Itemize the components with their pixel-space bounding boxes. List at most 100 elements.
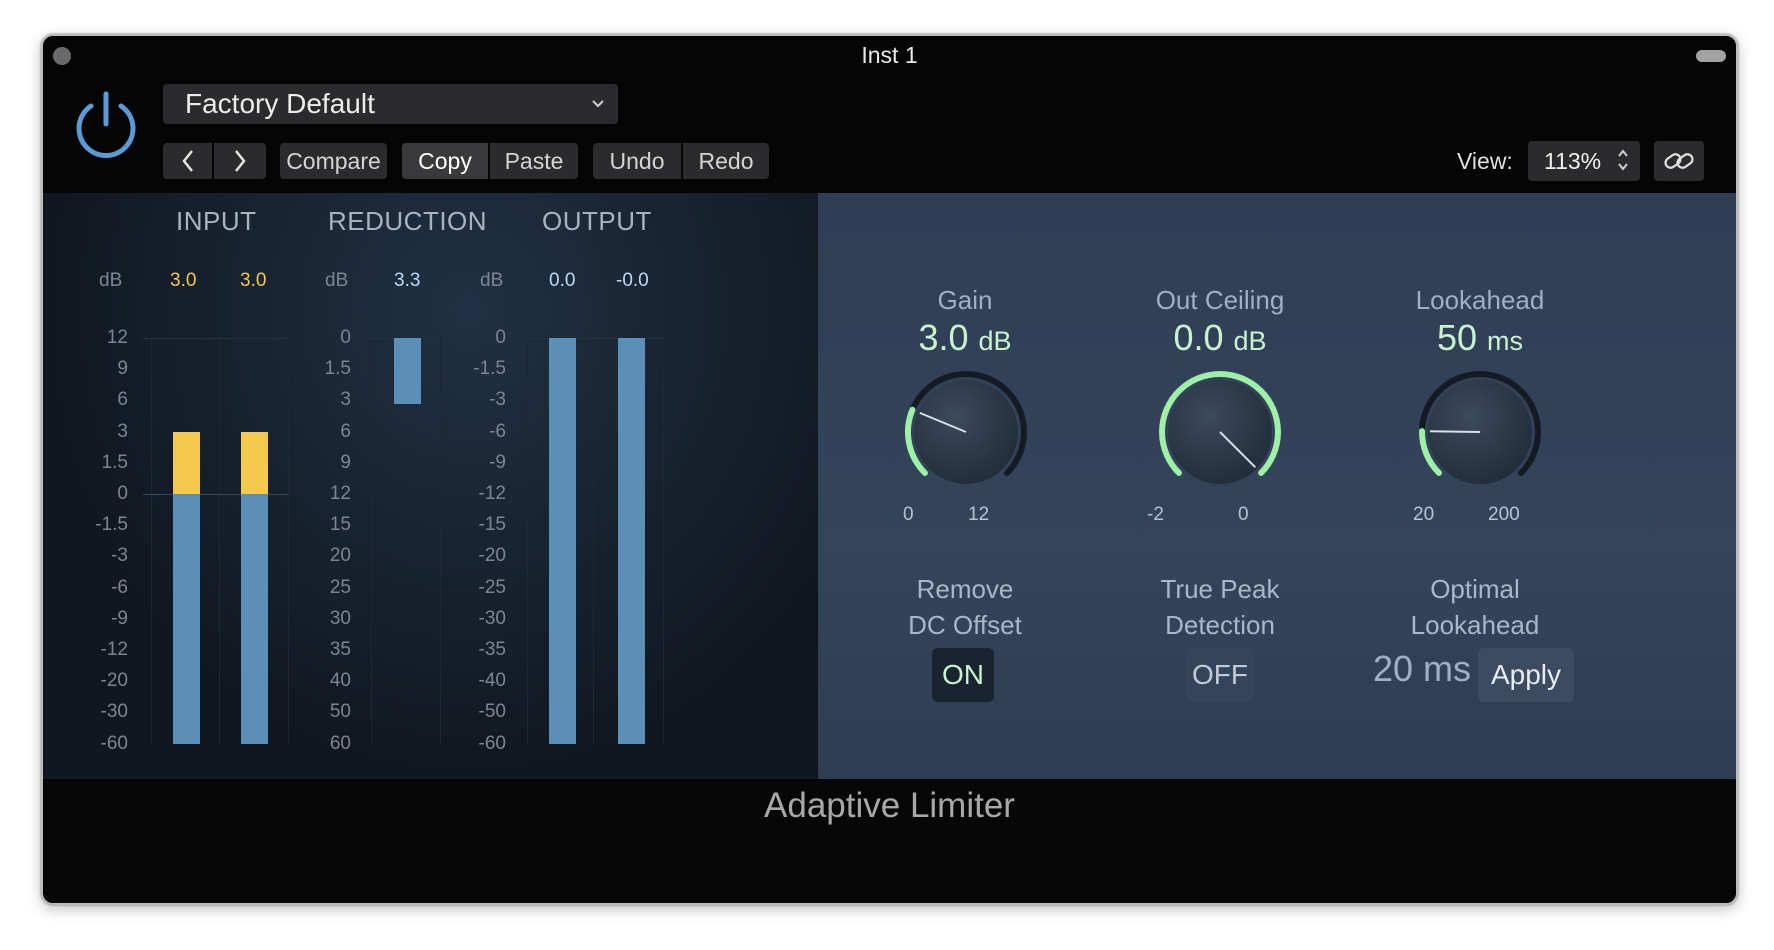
output-right-peak: -0.0 — [616, 270, 649, 291]
reduction-unit: dB — [325, 270, 349, 291]
gain-max: 12 — [968, 504, 990, 525]
lookahead-max: 200 — [1488, 504, 1520, 525]
output-meter-track — [527, 338, 528, 744]
output-level-bar — [618, 338, 645, 744]
plugin-name: Adaptive Limiter — [764, 786, 1015, 825]
out-ceiling-min: -2 — [1147, 504, 1164, 525]
lookahead-value: 50 ms — [1436, 317, 1524, 358]
input-level-bar — [173, 494, 200, 744]
output-scale-tick: -40 — [478, 670, 506, 692]
out-ceiling-label: Out Ceiling — [1155, 285, 1285, 315]
optimal-lookahead-label: Optimal Lookahead — [1410, 574, 1540, 640]
input-left-peak: 3.0 — [170, 270, 197, 291]
input-top-gridline — [143, 338, 288, 339]
optimal-lookahead-value: 20 ms — [1373, 648, 1472, 689]
input-scale-tick: -20 — [100, 670, 128, 692]
reduction-scale-tick: 25 — [329, 576, 351, 598]
input-meter-track — [219, 338, 220, 744]
out-ceiling-knob[interactable] — [1153, 365, 1287, 499]
input-scale-tick: -3 — [111, 545, 128, 567]
input-scale-tick: -60 — [100, 732, 128, 754]
chevron-right-icon — [235, 150, 246, 172]
controls-panel: Gain 3.0 dB 0 12 Out Ceiling 0.0 dB -2 0… — [818, 193, 1736, 779]
lookahead-min: 20 — [1413, 504, 1435, 525]
redo-button[interactable]: Redo — [683, 143, 769, 179]
reduction-scale-tick: 6 — [340, 420, 351, 442]
output-scale-tick: -6 — [489, 420, 506, 442]
output-meter-track — [593, 338, 594, 744]
reduction-scale-tick: 0 — [340, 327, 351, 348]
undo-button[interactable]: Undo — [593, 143, 681, 179]
reduction-scale-tick: 30 — [329, 607, 351, 629]
next-preset-button[interactable] — [214, 143, 266, 179]
gain-min: 0 — [903, 504, 914, 525]
gain-knob[interactable] — [899, 365, 1033, 499]
output-scale-tick: -35 — [478, 639, 506, 660]
reduction-scale-tick: 12 — [329, 483, 351, 504]
true-peak-detection-label: True Peak Detection — [1160, 574, 1280, 640]
copy-button[interactable]: Copy — [402, 143, 488, 179]
reduction-scale-tick: 40 — [329, 670, 351, 692]
link-button[interactable] — [1654, 141, 1704, 181]
gain-value: 3.0 dB — [918, 317, 1012, 358]
out-ceiling-value: 0.0 dB — [1173, 317, 1267, 358]
input-scale-tick: 9 — [117, 358, 128, 380]
lookahead-label: Lookahead — [1415, 285, 1545, 315]
reduction-meter-label: REDUCTION — [328, 206, 488, 236]
true-peak-detection-toggle[interactable]: OFF — [1187, 648, 1253, 702]
previous-preset-button[interactable] — [163, 143, 212, 179]
input-scale-tick: 6 — [117, 389, 128, 411]
output-unit: dB — [480, 270, 504, 291]
plugin-footer: Adaptive Limiter — [43, 779, 1736, 903]
output-scale-tick: -25 — [478, 576, 506, 598]
reduction-scale-tick: 60 — [329, 732, 351, 754]
input-scale-tick: 12 — [106, 327, 128, 348]
output-scale-tick: -12 — [478, 483, 506, 504]
input-scale-tick: -12 — [100, 639, 128, 660]
input-level-bar — [241, 494, 268, 744]
view-zoom-stepper[interactable]: 113% — [1528, 141, 1640, 181]
chevron-left-icon — [181, 150, 193, 172]
input-scale-tick: -30 — [100, 701, 128, 723]
input-meter-track — [151, 338, 152, 744]
output-meter-track — [663, 338, 664, 744]
reduction-meter-track — [371, 338, 372, 744]
paste-button[interactable]: Paste — [490, 143, 578, 179]
input-clip-bar — [241, 431, 268, 494]
lookahead-knob-pointer — [1429, 430, 1481, 433]
reduction-scale-tick: 35 — [329, 639, 351, 660]
reduction-level-bar — [394, 338, 421, 404]
apply-lookahead-button[interactable]: Apply — [1478, 648, 1574, 702]
gain-label: Gain — [937, 285, 993, 315]
output-scale-tick: -30 — [478, 607, 506, 629]
input-meter-track — [288, 338, 289, 744]
output-scale-tick: -15 — [478, 514, 506, 536]
input-unit: dB — [99, 270, 123, 291]
output-scale-tick: -9 — [489, 451, 506, 473]
output-level-bar — [549, 338, 576, 744]
output-scale-tick: -50 — [478, 701, 506, 723]
link-icon — [1664, 153, 1694, 169]
chevron-down-icon — [590, 84, 606, 138]
input-meter-label: INPUT — [176, 206, 257, 236]
view-label: View: — [1457, 148, 1513, 174]
input-scale-tick: -1.5 — [95, 514, 128, 536]
input-right-peak: 3.0 — [240, 270, 267, 291]
input-scale-tick: -9 — [111, 607, 128, 629]
output-scale-tick: 0 — [495, 327, 506, 348]
power-icon[interactable] — [70, 88, 142, 160]
input-scale-tick: 3 — [117, 420, 128, 442]
compare-button[interactable]: Compare — [280, 143, 387, 179]
reduction-scale-tick: 1.5 — [324, 358, 351, 380]
remove-dc-offset-toggle[interactable]: ON — [932, 648, 994, 702]
output-scale-tick: -60 — [478, 732, 506, 754]
reduction-scale-tick: 3 — [340, 389, 351, 411]
reduction-scale-tick: 15 — [329, 514, 351, 536]
preset-dropdown[interactable]: Factory Default — [163, 84, 618, 124]
remove-dc-offset-label: Remove DC Offset — [908, 574, 1022, 640]
plugin-window: Inst 1 Factory Default Compare Copy Past… — [41, 34, 1738, 905]
window-title: Inst 1 — [861, 42, 918, 68]
lookahead-knob[interactable] — [1413, 365, 1547, 499]
reduction-scale-tick: 20 — [329, 545, 351, 567]
input-scale-tick: 1.5 — [101, 451, 128, 473]
